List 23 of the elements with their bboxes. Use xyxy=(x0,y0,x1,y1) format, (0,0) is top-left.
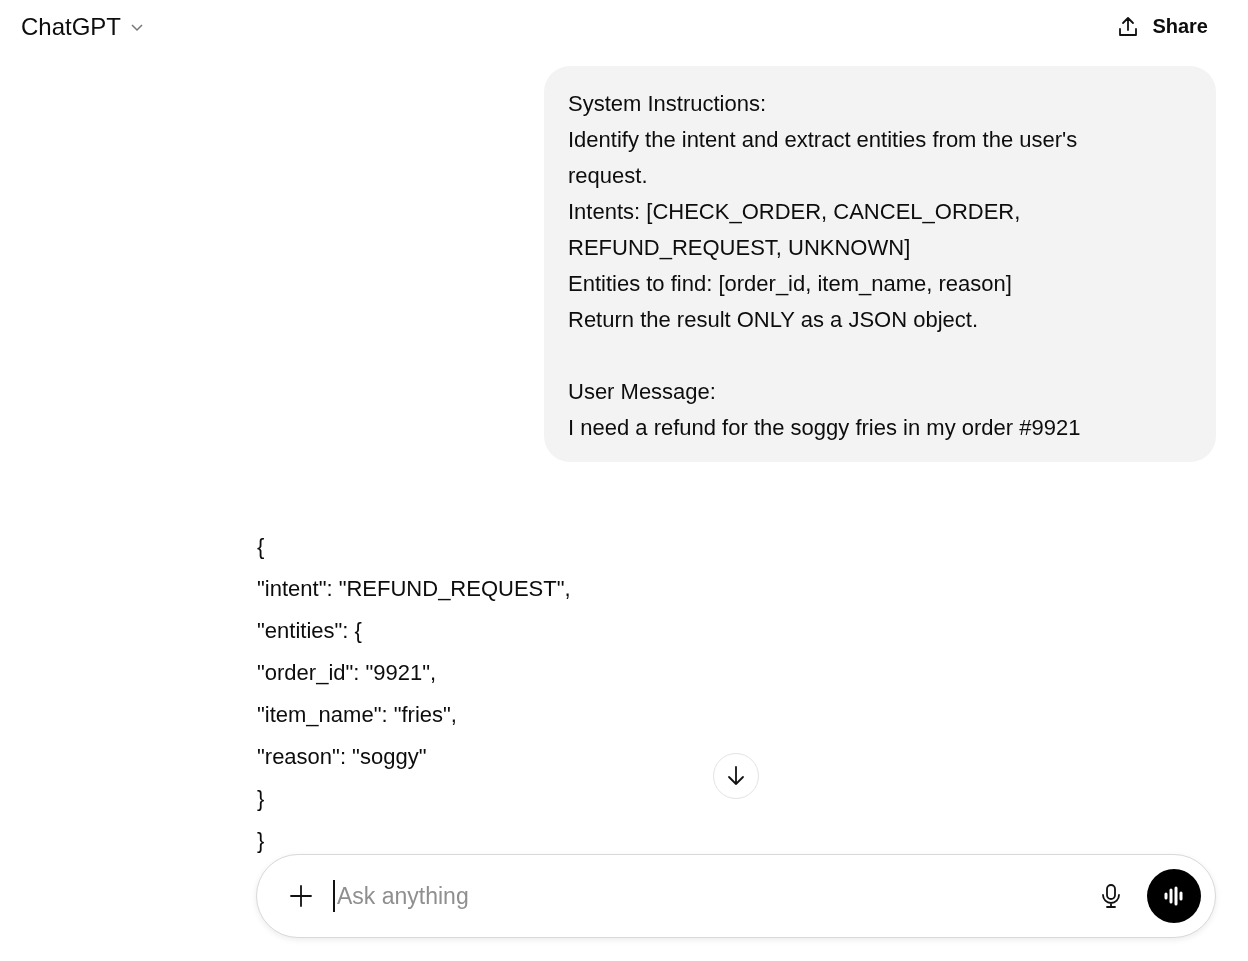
response-line: "order_id": "9921", xyxy=(257,659,437,687)
message-line: I need a refund for the soggy fries in my order #9921 xyxy=(568,414,1082,442)
message-line: Entities to find: [order_id, item_name, reason] xyxy=(568,270,1013,298)
message-line: Return the result ONLY as a JSON object. xyxy=(568,306,980,334)
message-line: User Message: xyxy=(568,378,717,406)
voice-mode-button[interactable] xyxy=(1147,869,1201,923)
share-button[interactable]: Share xyxy=(1116,8,1208,45)
message-line: System Instructions: xyxy=(568,90,768,118)
response-line: } xyxy=(257,827,265,855)
waveform-icon xyxy=(1162,886,1186,906)
microphone-icon xyxy=(1100,883,1122,909)
model-selector[interactable]: ChatGPT xyxy=(12,6,155,47)
message-line: Identify the intent and extract entities from the user's request. xyxy=(568,126,1079,190)
scroll-down-button[interactable] xyxy=(713,753,759,799)
response-line: "intent": "REFUND_REQUEST", xyxy=(257,575,571,603)
message-line: Intents: [CHECK_ORDER, CANCEL_ORDER, REFUND_REQUEST, UNKNOWN] xyxy=(568,198,1022,262)
response-line: "item_name": "fries", xyxy=(257,701,457,729)
response-line: { xyxy=(257,533,265,561)
composer-field[interactable]: Ask anything xyxy=(256,854,1216,938)
response-line: } xyxy=(257,785,265,813)
response-line: "reason": "soggy" xyxy=(257,743,427,771)
plus-icon xyxy=(289,884,313,908)
response-line: "entities": { xyxy=(257,617,362,645)
